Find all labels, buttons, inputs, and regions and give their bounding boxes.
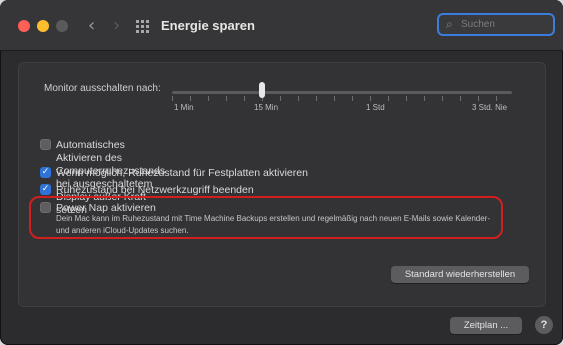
- restore-defaults-button[interactable]: Standard wiederherstellen: [391, 266, 529, 283]
- tick-label-1std: 1 Std: [366, 103, 385, 112]
- help-button[interactable]: ?: [535, 316, 553, 334]
- search-placeholder: Suchen: [461, 19, 495, 30]
- checkbox-prevent-sleep[interactable]: [40, 139, 51, 150]
- checkbox-disk-sleep[interactable]: ✓: [40, 167, 51, 178]
- search-icon: ⌕: [446, 17, 453, 31]
- show-all-grid-icon[interactable]: [136, 20, 149, 33]
- back-icon[interactable]: ‹: [88, 15, 95, 36]
- preferences-window: ‹ › Energie sparen ⌕ Suchen Monitor auss…: [0, 0, 563, 345]
- display-sleep-slider[interactable]: [172, 91, 512, 94]
- tick-label-15min: 15 Min: [254, 103, 279, 112]
- zoom-window-button[interactable]: [56, 20, 68, 32]
- schedule-button[interactable]: Zeitplan ...: [450, 317, 522, 334]
- display-sleep-label: Monitor ausschalten nach:: [44, 83, 161, 94]
- tick-label-3std-nie: 3 Std. Nie: [472, 103, 508, 112]
- checkbox-wake-network[interactable]: ✓: [40, 184, 51, 195]
- tick-label-1min: 1 Min: [174, 103, 194, 112]
- minimize-window-button[interactable]: [37, 20, 49, 32]
- title-bar: ‹ › Energie sparen ⌕ Suchen: [0, 0, 563, 51]
- slider-ticks: [172, 96, 512, 101]
- option-disk-sleep-label: Wenn möglich, Ruhezustand für Festplatte…: [56, 167, 308, 179]
- close-window-button[interactable]: [18, 20, 30, 32]
- forward-icon[interactable]: ›: [113, 15, 120, 36]
- window-title: Energie sparen: [161, 18, 255, 33]
- power-nap-highlight: [29, 196, 503, 239]
- slider-knob[interactable]: [259, 82, 265, 98]
- search-field[interactable]: ⌕ Suchen: [437, 13, 555, 36]
